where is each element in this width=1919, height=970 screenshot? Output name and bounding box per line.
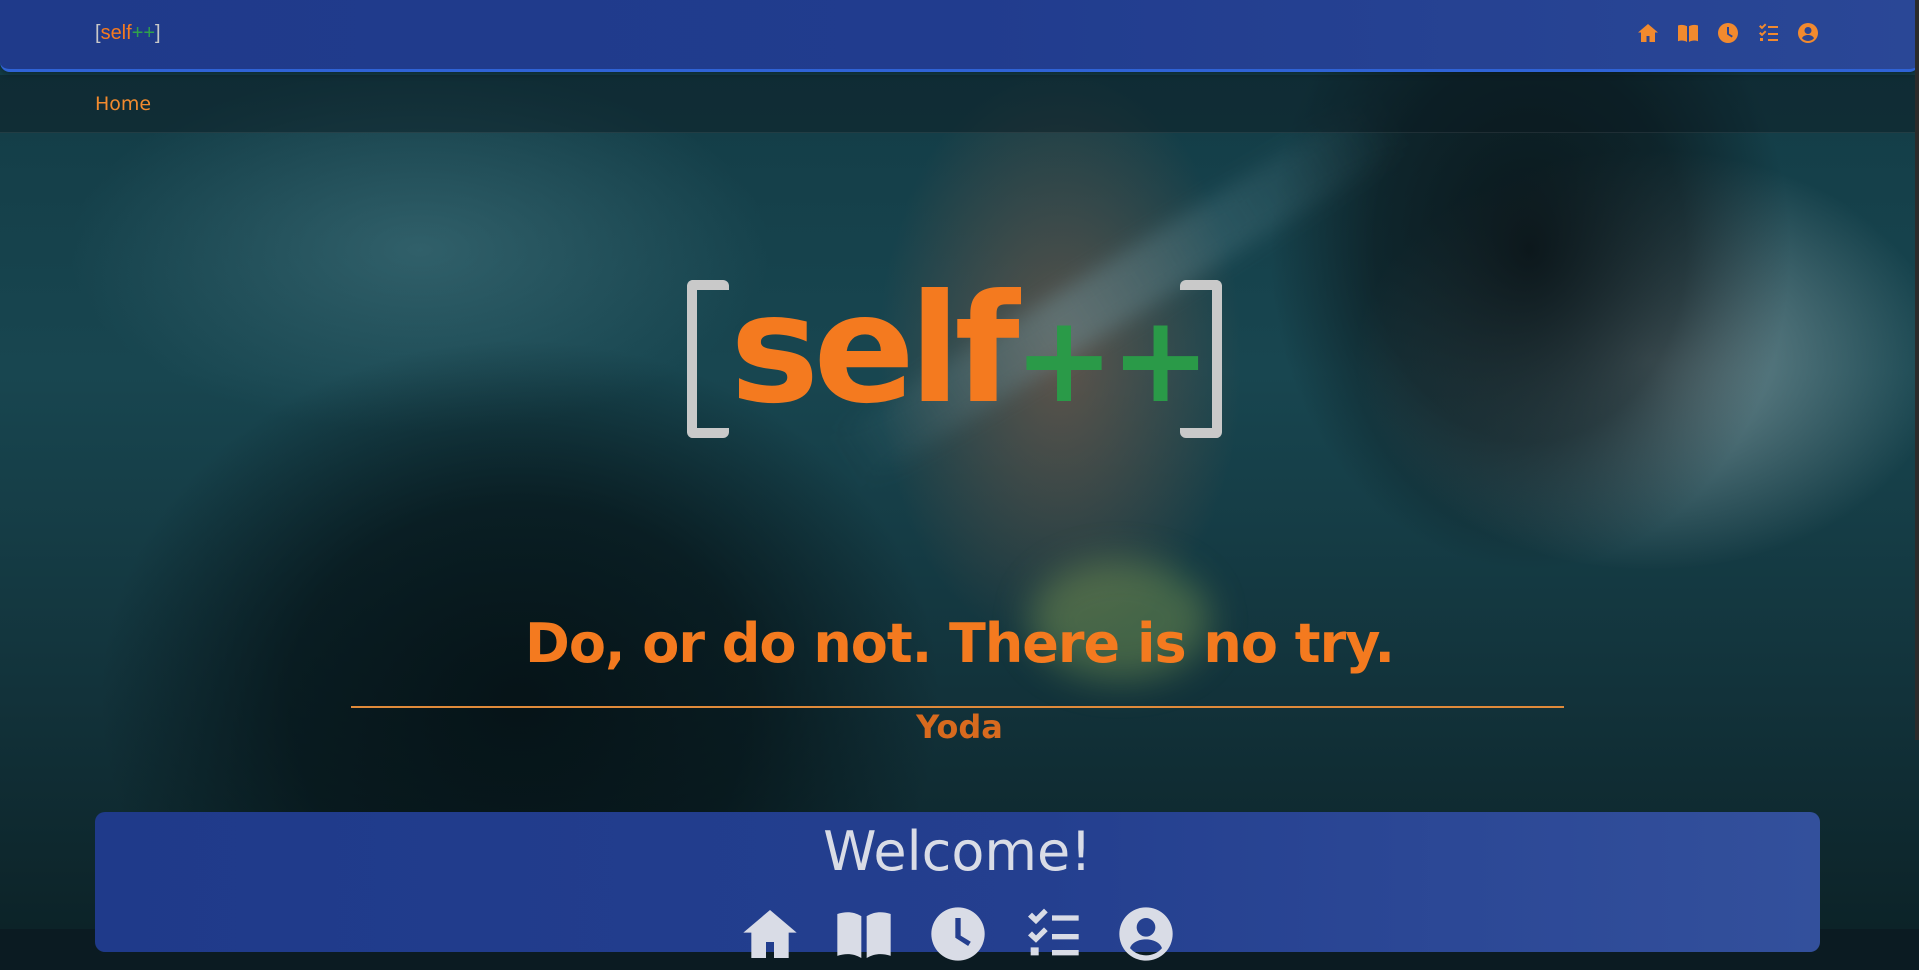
welcome-title: Welcome! [95,820,1820,883]
top-app-bar: [self++] [0,0,1919,72]
scrollbar[interactable] [1915,0,1919,740]
book-icon[interactable] [1675,20,1701,46]
welcome-icon-row [95,902,1820,966]
user-circle-icon[interactable] [1114,902,1178,966]
welcome-card: Welcome! [95,812,1820,952]
brand-plus: ++ [132,22,155,44]
breadcrumb: Home [0,75,1919,133]
hero-logo-wordmark: self++ [730,250,1207,461]
book-icon[interactable] [832,902,896,966]
quote-text: Do, or do not. There is no try. [0,612,1919,675]
breadcrumb-home-link[interactable]: Home [95,93,151,115]
home-icon[interactable] [738,902,802,966]
clock-icon[interactable] [926,902,990,966]
tasks-icon[interactable] [1020,902,1084,966]
clock-icon[interactable] [1715,20,1741,46]
quote-author: Yoda [0,708,1919,746]
brand-logo[interactable]: [self++] [95,22,161,45]
top-nav [1635,20,1821,46]
tasks-icon[interactable] [1755,20,1781,46]
hero-logo-plus: ++ [1014,291,1207,430]
home-icon[interactable] [1635,20,1661,46]
brand-self: self [101,22,132,44]
hero-logo: self++ [660,250,1260,450]
hero-logo-bracket-right [1180,280,1222,438]
background-image [0,0,1919,929]
hero-logo-self: self [730,263,1014,437]
user-circle-icon[interactable] [1795,20,1821,46]
hero-logo-bracket-left [687,280,729,438]
brand-bracket-close: ] [155,22,161,44]
